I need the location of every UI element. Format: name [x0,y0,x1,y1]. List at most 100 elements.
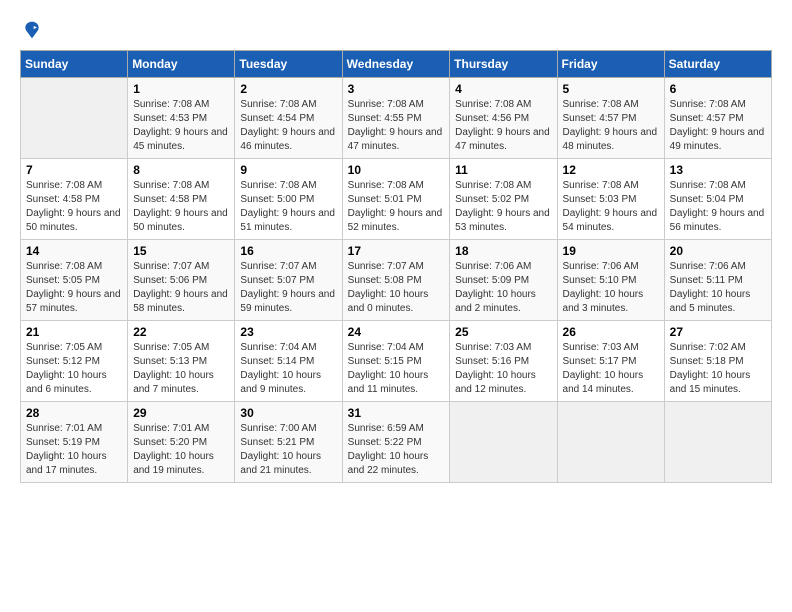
day-number: 11 [455,163,551,177]
day-info: Sunrise: 7:08 AMSunset: 5:05 PMDaylight:… [26,260,122,316]
day-info: Sunrise: 7:07 AMSunset: 5:08 PMDaylight:… [348,260,445,316]
day-info: Sunrise: 7:03 AMSunset: 5:16 PMDaylight:… [455,341,551,397]
day-info: Sunrise: 7:04 AMSunset: 5:14 PMDaylight:… [240,341,336,397]
week-row-2: 7 Sunrise: 7:08 AMSunset: 4:58 PMDaylight… [21,159,772,240]
calendar-cell: 5 Sunrise: 7:08 AMSunset: 4:57 PMDaylight… [557,78,664,159]
week-row-1: 1Sunrise: 7:08 AMSunset: 4:53 PMDaylight… [21,78,772,159]
calendar-cell [664,402,771,483]
calendar-cell: 1Sunrise: 7:08 AMSunset: 4:53 PMDaylight… [128,78,235,159]
page-header [20,20,772,40]
calendar-cell: 28 Sunrise: 7:01 AMSunset: 5:19 PMDayligh… [21,402,128,483]
calendar-cell: 7 Sunrise: 7:08 AMSunset: 4:58 PMDaylight… [21,159,128,240]
week-row-5: 28 Sunrise: 7:01 AMSunset: 5:19 PMDayligh… [21,402,772,483]
calendar-cell: 18 Sunrise: 7:06 AMSunset: 5:09 PMDayligh… [450,240,557,321]
week-row-3: 14 Sunrise: 7:08 AMSunset: 5:05 PMDayligh… [21,240,772,321]
day-number: 18 [455,244,551,258]
day-header-sunday: Sunday [21,51,128,78]
calendar-cell: 29 Sunrise: 7:01 AMSunset: 5:20 PMDayligh… [128,402,235,483]
calendar-cell: 26 Sunrise: 7:03 AMSunset: 5:17 PMDayligh… [557,321,664,402]
calendar-cell: 16Sunrise: 7:07 AMSunset: 5:07 PMDayligh… [235,240,342,321]
calendar-cell: 27Sunrise: 7:02 AMSunset: 5:18 PMDayligh… [664,321,771,402]
day-info: Sunrise: 7:08 AMSunset: 4:55 PMDaylight:… [348,98,445,154]
day-header-wednesday: Wednesday [342,51,450,78]
day-number: 26 [563,325,659,339]
day-number: 19 [563,244,659,258]
day-number: 7 [26,163,122,177]
calendar-cell: 9 Sunrise: 7:08 AMSunset: 5:00 PMDaylight… [235,159,342,240]
day-number: 28 [26,406,122,420]
day-number: 10 [348,163,445,177]
calendar-table: SundayMondayTuesdayWednesdayThursdayFrid… [20,50,772,483]
day-info: Sunrise: 7:03 AMSunset: 5:17 PMDaylight:… [563,341,659,397]
day-number: 4 [455,82,551,96]
calendar-cell: 13 Sunrise: 7:08 AMSunset: 5:04 PMDayligh… [664,159,771,240]
calendar-cell: 23 Sunrise: 7:04 AMSunset: 5:14 PMDayligh… [235,321,342,402]
day-header-monday: Monday [128,51,235,78]
day-info: Sunrise: 7:08 AMSunset: 4:57 PMDaylight:… [670,98,766,154]
day-number: 16 [240,244,336,258]
day-info: Sunrise: 7:05 AMSunset: 5:13 PMDaylight:… [133,341,229,397]
calendar-cell: 21Sunrise: 7:05 AMSunset: 5:12 PMDayligh… [21,321,128,402]
calendar-cell: 22 Sunrise: 7:05 AMSunset: 5:13 PMDayligh… [128,321,235,402]
day-number: 24 [348,325,445,339]
day-info: Sunrise: 6:59 AMSunset: 5:22 PMDaylight:… [348,422,445,478]
day-number: 12 [563,163,659,177]
calendar-cell: 3 Sunrise: 7:08 AMSunset: 4:55 PMDaylight… [342,78,450,159]
day-info: Sunrise: 7:08 AMSunset: 4:56 PMDaylight:… [455,98,551,154]
day-number: 3 [348,82,445,96]
day-info: Sunrise: 7:08 AMSunset: 4:58 PMDaylight:… [26,179,122,235]
day-info: Sunrise: 7:04 AMSunset: 5:15 PMDaylight:… [348,341,445,397]
calendar-cell [557,402,664,483]
day-number: 9 [240,163,336,177]
day-number: 31 [348,406,445,420]
day-info: Sunrise: 7:08 AMSunset: 5:02 PMDaylight:… [455,179,551,235]
day-info: Sunrise: 7:06 AMSunset: 5:10 PMDaylight:… [563,260,659,316]
day-info: Sunrise: 7:06 AMSunset: 5:09 PMDaylight:… [455,260,551,316]
day-number: 14 [26,244,122,258]
day-info: Sunrise: 7:08 AMSunset: 4:54 PMDaylight:… [240,98,336,154]
day-info: Sunrise: 7:08 AMSunset: 5:04 PMDaylight:… [670,179,766,235]
day-number: 25 [455,325,551,339]
calendar-cell: 6 Sunrise: 7:08 AMSunset: 4:57 PMDaylight… [664,78,771,159]
day-number: 29 [133,406,229,420]
day-info: Sunrise: 7:08 AMSunset: 4:57 PMDaylight:… [563,98,659,154]
day-info: Sunrise: 7:08 AMSunset: 4:58 PMDaylight:… [133,179,229,235]
calendar-cell: 19 Sunrise: 7:06 AMSunset: 5:10 PMDayligh… [557,240,664,321]
day-header-thursday: Thursday [450,51,557,78]
day-number: 23 [240,325,336,339]
day-info: Sunrise: 7:08 AMSunset: 5:01 PMDaylight:… [348,179,445,235]
calendar-cell: 8Sunrise: 7:08 AMSunset: 4:58 PMDaylight… [128,159,235,240]
day-number: 17 [348,244,445,258]
day-info: Sunrise: 7:02 AMSunset: 5:18 PMDaylight:… [670,341,766,397]
calendar-cell: 12Sunrise: 7:08 AMSunset: 5:03 PMDayligh… [557,159,664,240]
day-info: Sunrise: 7:05 AMSunset: 5:12 PMDaylight:… [26,341,122,397]
calendar-cell: 11 Sunrise: 7:08 AMSunset: 5:02 PMDayligh… [450,159,557,240]
day-header-tuesday: Tuesday [235,51,342,78]
day-number: 15 [133,244,229,258]
calendar-cell: 15 Sunrise: 7:07 AMSunset: 5:06 PMDayligh… [128,240,235,321]
calendar-cell [21,78,128,159]
day-number: 5 [563,82,659,96]
day-info: Sunrise: 7:01 AMSunset: 5:19 PMDaylight:… [26,422,122,478]
days-header-row: SundayMondayTuesdayWednesdayThursdayFrid… [21,51,772,78]
calendar-cell: 17 Sunrise: 7:07 AMSunset: 5:08 PMDayligh… [342,240,450,321]
day-info: Sunrise: 7:00 AMSunset: 5:21 PMDaylight:… [240,422,336,478]
calendar-cell: 14 Sunrise: 7:08 AMSunset: 5:05 PMDayligh… [21,240,128,321]
calendar-cell: 25 Sunrise: 7:03 AMSunset: 5:16 PMDayligh… [450,321,557,402]
day-info: Sunrise: 7:08 AMSunset: 5:00 PMDaylight:… [240,179,336,235]
calendar-cell: 10 Sunrise: 7:08 AMSunset: 5:01 PMDayligh… [342,159,450,240]
day-info: Sunrise: 7:06 AMSunset: 5:11 PMDaylight:… [670,260,766,316]
day-info: Sunrise: 7:07 AMSunset: 5:06 PMDaylight:… [133,260,229,316]
day-info: Sunrise: 7:01 AMSunset: 5:20 PMDaylight:… [133,422,229,478]
calendar-cell: 31 Sunrise: 6:59 AMSunset: 5:22 PMDayligh… [342,402,450,483]
week-row-4: 21Sunrise: 7:05 AMSunset: 5:12 PMDayligh… [21,321,772,402]
calendar-cell [450,402,557,483]
day-info: Sunrise: 7:08 AMSunset: 4:53 PMDaylight:… [133,98,229,154]
day-header-friday: Friday [557,51,664,78]
logo-icon [22,20,42,40]
day-number: 13 [670,163,766,177]
day-number: 2 [240,82,336,96]
day-number: 22 [133,325,229,339]
day-number: 6 [670,82,766,96]
calendar-cell: 24 Sunrise: 7:04 AMSunset: 5:15 PMDayligh… [342,321,450,402]
